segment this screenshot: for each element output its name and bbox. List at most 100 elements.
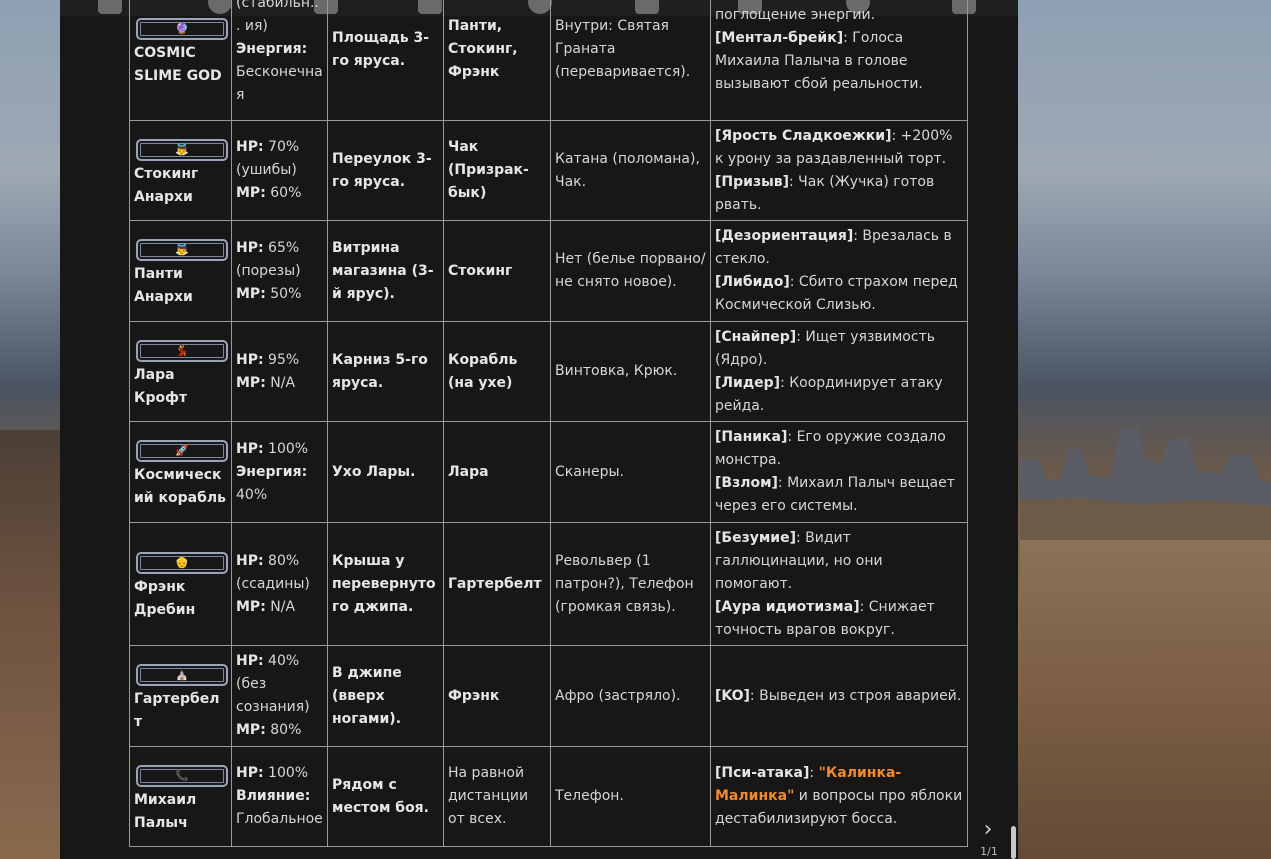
effect-tag: [Ментал-брейк]	[715, 29, 844, 46]
character-name-cell: 👴 Фрэнк Дребин	[129, 522, 232, 646]
table-row: 🚀 Космический корабль HP: 100% Энергия: 40%…	[129, 421, 968, 523]
location-cell: Переулок 3-го яруса.	[327, 120, 444, 221]
table-row: 👼 Панти Анархи HP: 65% (порезы) MP: 50% Витр…	[129, 220, 968, 322]
stat-label: Энергия:	[236, 463, 308, 480]
effect-tag: [Пси-атака]	[715, 765, 810, 781]
inventory-cell: Револьвер (1 патрон?), Телефон (громкая …	[550, 522, 711, 646]
stat-value: Глобальное	[236, 811, 323, 827]
relation-cell: Чак (Призрак-бык)	[443, 120, 551, 221]
character-name-cell: 💃 Лара Крофт	[129, 321, 232, 422]
effect-line: [Дезориентация]: Врезалась в стекло.	[715, 225, 963, 271]
relation-cell: Корабль (на ухе)	[443, 321, 551, 422]
church-icon: ⛪	[136, 664, 228, 686]
angel-icon: 👼	[136, 239, 228, 261]
effects-cell: [Безумие]: Видит галлюцинации, но они по…	[710, 522, 968, 646]
table-row: 👴 Фрэнк Дребин HP: 80% (ссадины) MP: N/A Кры…	[129, 522, 968, 646]
effects-cell: [Дезориентация]: Врезалась в стекло. [Либ…	[710, 220, 968, 322]
chevron-right-icon[interactable]: ›	[978, 818, 998, 842]
location-cell: Ухо Лары.	[327, 421, 444, 523]
table-row: 🔮 COSMIC SLIME GOD (стабильн... ия) Энерги…	[129, 0, 968, 121]
stat-value: 95%	[268, 351, 300, 368]
character-name: Стокинг Анархи	[134, 165, 199, 205]
stats-cell: HP: 70% (ушибы) MP: 60%	[231, 120, 328, 221]
effect-text: :	[809, 765, 819, 781]
relation-text: Лара	[448, 463, 489, 480]
character-name: Лара Крофт	[134, 366, 188, 406]
effect-line: [Лидер]: Координирует атаку рейда.	[715, 372, 963, 418]
relation-text: Гартербелт	[448, 575, 542, 592]
character-name: Фрэнк Дребин	[134, 579, 196, 618]
effect-tag: [Лидер]	[715, 374, 781, 391]
effect-line: [KO]: Выведен из строя аварией.	[715, 685, 963, 708]
location-cell: Площадь 3-го яруса.	[327, 0, 444, 121]
relation-text: Панти, Стокинг, Фрэнк	[448, 18, 518, 80]
stats-cell: (стабильн... ия) Энергия: Бесконечная	[231, 0, 328, 121]
rocket-icon: 🚀	[136, 440, 228, 462]
stat-value: 80%	[270, 722, 302, 738]
effect-line: [Безумие]: Видит галлюцинации, но они по…	[715, 527, 963, 596]
effect-line: поглощение энергии.	[715, 4, 963, 27]
stat-label: HP:	[236, 139, 264, 155]
effects-cell: [Паника]: Его оружие создало монстра. [Вз…	[710, 421, 968, 523]
effect-text: поглощение энергии.	[715, 6, 876, 23]
slime-icon: 🔮	[136, 17, 228, 40]
effects-cell: [Снайпер]: Ищет уязвимость (Ядро). [Лидер…	[710, 321, 968, 422]
stat-value: Бесконечная	[236, 64, 323, 103]
effect-tag: [KO]	[715, 687, 750, 704]
inventory-cell: Сканеры.	[550, 421, 711, 523]
effect-tag: [Безумие]	[715, 529, 796, 546]
stat-label: MP:	[236, 722, 266, 738]
effect-tag: [Призыв]	[715, 173, 789, 190]
old-man-icon: 👴	[136, 552, 228, 574]
character-name: Панти Анархи	[134, 266, 193, 305]
relation-cell: На равной дистанции от всех.	[443, 746, 551, 847]
effect-line: [Пси-атака]: "Калинка-Малинка" и вопросы…	[715, 762, 963, 831]
character-name: Гартербелт	[134, 691, 220, 730]
stat-value: 100%	[268, 440, 309, 457]
character-name-cell: 🚀 Космический корабль	[129, 421, 232, 523]
sliders-icon[interactable]	[98, 0, 122, 14]
character-name: Михаил Палыч	[134, 791, 197, 831]
character-name: COSMIC SLIME GOD	[134, 44, 222, 84]
stat-label: HP:	[236, 239, 264, 256]
inventory-cell: Катана (поломана), Чак.	[550, 120, 711, 221]
location-cell: Карниз 5-го яруса.	[327, 321, 444, 422]
table-row: 📞 Михаил Палыч HP: 100% Влияние: Глобальное…	[129, 746, 968, 847]
effect-line: [Взлом]: Михаил Палыч вещает через его с…	[715, 472, 963, 518]
effect-line: [Снайпер]: Ищет уязвимость (Ядро).	[715, 326, 963, 372]
stats-cell: HP: 40% (без сознания) MP: 80%	[231, 645, 328, 747]
table-row: ⛪ Гартербелт HP: 40% (без сознания) MP: 80%…	[129, 645, 968, 747]
table-row: 👼 Стокинг Анархи HP: 70% (ушибы) MP: 60% Пер…	[129, 120, 968, 221]
stats-cell: HP: 80% (ссадины) MP: N/A	[231, 522, 328, 646]
swipe-counter: 1/1	[980, 845, 998, 858]
angel-icon: 👼	[136, 138, 228, 161]
background-mesa-right	[1020, 420, 1271, 540]
table-row: 💃 Лара Крофт HP: 95% MP: N/A Карниз 5-го яру…	[129, 321, 968, 422]
stat-value: 100%	[268, 765, 309, 781]
phone-icon: 📞	[136, 764, 228, 787]
effects-cell: [Пси-атака]: "Калинка-Малинка" и вопросы…	[710, 746, 968, 847]
stat-value: (стабильн... ия)	[236, 0, 319, 34]
effect-tag: [Дезориентация]	[715, 228, 854, 244]
stat-label: MP:	[236, 598, 266, 615]
effect-line: [Призыв]: Чак (Жучка) готов рвать.	[715, 171, 963, 217]
effect-line: [Либидо]: Сбито страхом перед Космическо…	[715, 271, 963, 317]
scrollbar-thumb[interactable]	[1011, 826, 1016, 859]
dancer-icon: 💃	[136, 339, 228, 362]
effect-line: [Ментал-брейк]: Голоса Михаила Палыча в …	[715, 27, 963, 96]
relation-cell: Панти, Стокинг, Фрэнк	[443, 0, 551, 121]
stat-label: HP:	[236, 351, 264, 368]
effects-cell: [KO]: Выведен из строя аварией.	[710, 645, 968, 747]
character-name-cell: 📞 Михаил Палыч	[129, 746, 232, 847]
inventory-cell: Внутри: Святая Граната (переваривается).	[550, 0, 711, 121]
stats-cell: HP: 65% (порезы) MP: 50%	[231, 220, 328, 322]
stat-label: Энергия:	[236, 41, 308, 57]
character-name: Космический корабль	[134, 467, 226, 506]
relation-text: Чак (Призрак-бык)	[448, 139, 529, 201]
stat-label: HP:	[236, 653, 264, 669]
stat-label: HP:	[236, 440, 264, 457]
location-cell: Крыша у перевернутого джипа.	[327, 522, 444, 646]
effect-line: [Аура идиотизма]: Снижает точность враго…	[715, 596, 963, 642]
stat-value: N/A	[270, 598, 296, 615]
stats-cell: HP: 95% MP: N/A	[231, 321, 328, 422]
